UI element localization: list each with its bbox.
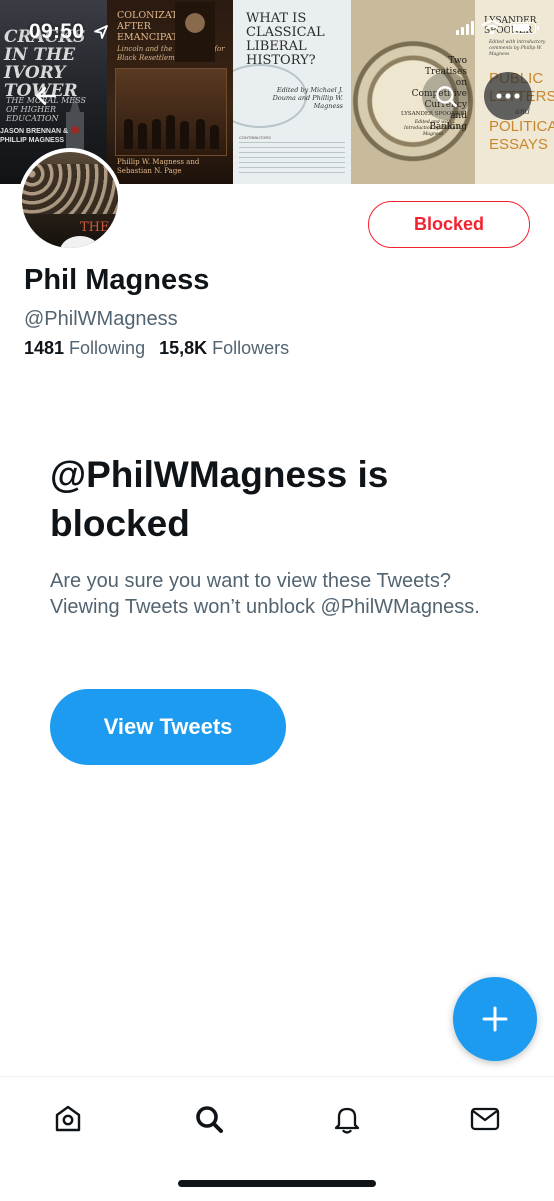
- followers-link[interactable]: 15,8K Followers: [159, 338, 289, 359]
- banner-book-colonization-after-emancipation: COLONIZATION AFTER EMANCIPATION Lincoln …: [107, 0, 233, 184]
- more-icon: [496, 93, 520, 99]
- compose-plus-icon: [482, 1006, 508, 1032]
- back-button[interactable]: [22, 72, 70, 120]
- following-count: 1481: [24, 338, 65, 358]
- avatar-emblem: [60, 236, 100, 248]
- view-tweets-button[interactable]: View Tweets: [50, 689, 286, 765]
- search-icon: [436, 86, 458, 108]
- back-arrow-icon: [36, 87, 56, 105]
- explore-search-icon: [196, 1106, 223, 1133]
- compose-tweet-button[interactable]: [453, 977, 537, 1061]
- banner-book-what-is-classical-liberal-history: WHAT IS CLASSICAL LIBERAL HISTORY? Edite…: [233, 0, 351, 184]
- profile-display-name: Phil Magness: [24, 264, 210, 296]
- follow-stats: 1481 Following 15,8K Followers: [24, 338, 289, 359]
- search-button[interactable]: [422, 72, 470, 120]
- followers-label: Followers: [212, 338, 290, 358]
- book-authors: Phillip W. Magness and Sebastian N. Page: [117, 158, 200, 175]
- blocked-description: Are you sure you want to view these Twee…: [50, 570, 480, 618]
- book-title: WHAT IS CLASSICAL LIBERAL HISTORY?: [246, 11, 325, 68]
- home-indicator: [178, 1180, 376, 1187]
- followers-count: 15,8K: [159, 338, 208, 358]
- following-link[interactable]: 1481 Following: [24, 338, 145, 359]
- blocked-title: @PhilWMagness is blocked: [50, 454, 389, 544]
- book-editor: Edited and with Introduction by Phillip …: [403, 120, 463, 137]
- book-editors: Edited by Michael J. Douma and Phillip W…: [272, 86, 343, 110]
- book-contributors-heading: CONTRIBUTORS: [239, 135, 271, 140]
- profile-handle: @PhilWMagness: [24, 308, 178, 330]
- wifi-icon: [482, 20, 502, 35]
- blocked-button[interactable]: Blocked: [368, 201, 530, 248]
- book-authors: JASON BRENNAN & PHILLIP MAGNESS: [0, 128, 69, 144]
- painting-illustration: [115, 68, 227, 156]
- messages-mail-icon: [470, 1107, 500, 1131]
- book-title-line2: POLITICAL ESSAYS: [489, 118, 554, 153]
- avatar[interactable]: THE: [18, 148, 122, 252]
- book-note: Edited with introductory comments by Phi…: [489, 40, 546, 57]
- battery-icon: [510, 21, 539, 34]
- avatar-text: THE: [80, 220, 110, 235]
- location-arrow-icon: [93, 24, 109, 45]
- avatar-crowd-image: [22, 164, 118, 214]
- following-label: Following: [69, 338, 146, 358]
- lincoln-portrait: [175, 2, 215, 62]
- cellular-signal-icon: [456, 20, 474, 35]
- nav-messages[interactable]: [461, 1095, 509, 1143]
- status-indicators: [456, 20, 539, 35]
- contributors-list: [239, 142, 345, 176]
- notifications-bell-icon: [334, 1107, 360, 1134]
- nav-explore[interactable]: [185, 1095, 233, 1143]
- more-options-button[interactable]: [484, 72, 532, 120]
- nav-home[interactable]: [44, 1095, 92, 1143]
- home-icon: [55, 1105, 81, 1132]
- status-time: 09:50: [29, 20, 85, 43]
- nav-notifications[interactable]: [323, 1095, 371, 1143]
